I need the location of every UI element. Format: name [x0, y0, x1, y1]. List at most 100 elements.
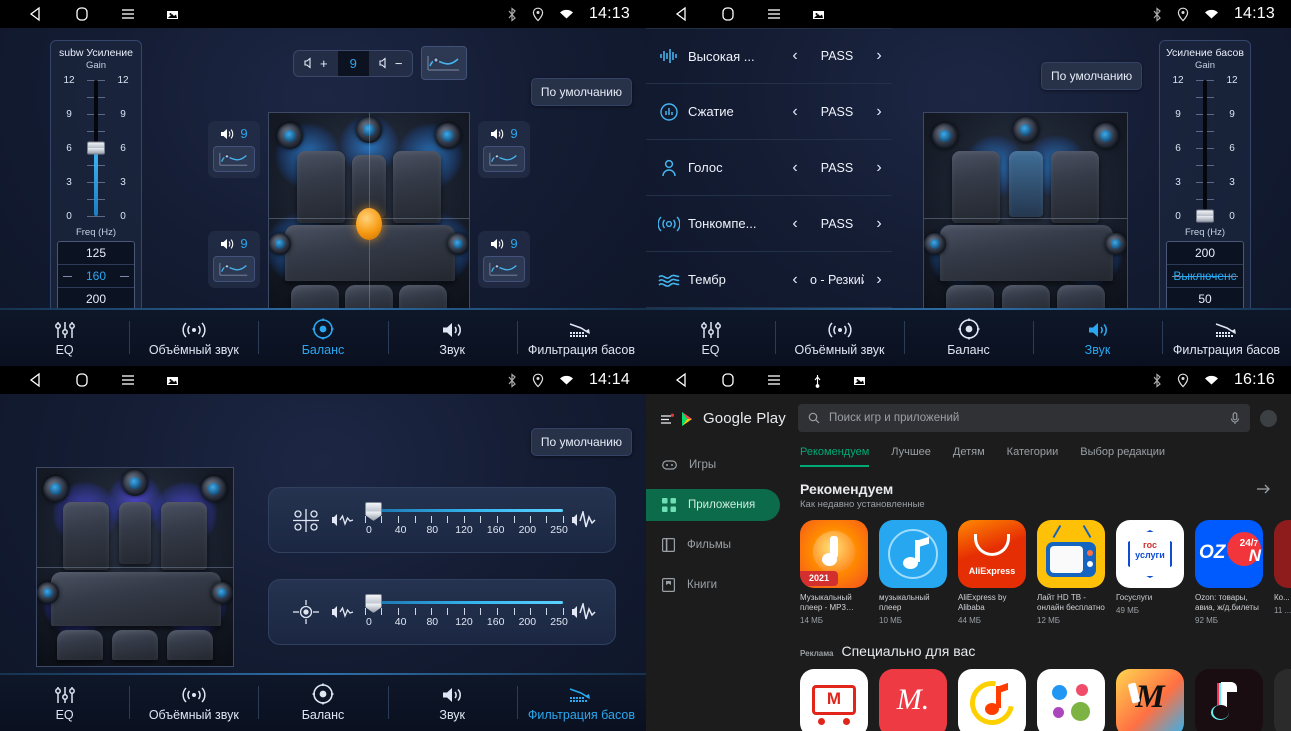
list-item[interactable]: Тонкомпе... ‹ PASS › [646, 196, 892, 252]
nav-tab-surround[interactable]: Объёмный звук [129, 309, 258, 366]
screenshot-icon[interactable] [853, 374, 866, 387]
list-item[interactable] [958, 669, 1026, 731]
sidebar-item-apps[interactable]: Приложения [646, 489, 780, 521]
default-button-balance[interactable]: По умолчанию [530, 78, 632, 106]
list-item[interactable]: M [800, 669, 868, 731]
list-item[interactable]: музыкальный плеер 10 МБ [879, 520, 947, 625]
volume-up-button[interactable]: + [294, 51, 338, 76]
freq-option-below[interactable]: 200 [58, 288, 134, 310]
nav-tab-bassfilter[interactable]: Фильтрация басов [516, 309, 646, 366]
list-item[interactable]: гос услуги Госуслуги 49 МБ [1116, 520, 1184, 625]
nav-tab-sound[interactable]: Звук [387, 674, 517, 731]
speaker-curve-rear-right[interactable] [483, 256, 525, 282]
section-more-arrow-icon[interactable] [1257, 483, 1271, 495]
car-cabin-diagram-balance[interactable] [268, 112, 470, 324]
chevron-right-icon[interactable]: › [872, 215, 886, 233]
menu-icon[interactable] [766, 372, 782, 388]
screenshot-icon[interactable] [812, 8, 825, 21]
hamburger-icon[interactable] [660, 413, 674, 425]
speaker-curve-front-right[interactable] [483, 146, 525, 172]
list-item[interactable]: Ко... 11 ... [1274, 520, 1291, 625]
back-icon[interactable] [28, 372, 44, 388]
chevron-left-icon[interactable]: ‹ [788, 215, 802, 233]
nav-tab-sound[interactable]: Звук [387, 309, 517, 366]
speaker-curve-front-left[interactable] [213, 146, 255, 172]
volume-down-button[interactable]: − [369, 51, 413, 76]
nav-tab-eq[interactable]: EQ [646, 309, 775, 366]
search-input[interactable]: Поиск игр и приложений [798, 404, 1250, 432]
tab-editors-choice[interactable]: Выбор редакции [1080, 446, 1165, 467]
list-item[interactable]: AliExpress AliExpress by Alibaba 44 МБ [958, 520, 1026, 625]
freq-option-selected[interactable]: 160 [58, 264, 134, 288]
speaker-curve-rear-left[interactable] [213, 256, 255, 282]
list-item[interactable] [1195, 669, 1263, 731]
subwoofer-freq-selector[interactable]: 125 160 200 [57, 241, 135, 311]
sidebar-item-movies[interactable]: Фильмы [646, 529, 780, 561]
bass-boost-freq-selector[interactable]: 200 Выключенс 50 [1166, 241, 1244, 311]
menu-icon[interactable] [120, 372, 136, 388]
default-button-bassfilter[interactable]: По умолчанию [530, 428, 632, 456]
menu-icon[interactable] [766, 6, 782, 22]
nav-tab-eq[interactable]: EQ [0, 309, 129, 366]
screenshot-icon[interactable] [166, 8, 179, 21]
freq-option-above[interactable]: 200 [1167, 242, 1243, 264]
nav-tab-balance[interactable]: Баланс [904, 309, 1033, 366]
nav-tab-sound[interactable]: Звук [1033, 309, 1162, 366]
list-item[interactable]: OZ 24/7 N Ozon: товары, авиа, ж/д.билеты… [1195, 520, 1263, 625]
freq-option-above[interactable]: 125 [58, 242, 134, 264]
back-icon[interactable] [674, 6, 690, 22]
subwoofer-slider[interactable]: 12 12 9 9 6 6 3 3 0 0 [55, 74, 137, 222]
list-item[interactable]: Тембр ‹ о - Резкий спа › [646, 252, 892, 308]
list-item[interactable]: Сжатие ‹ PASS › [646, 84, 892, 140]
chevron-right-icon[interactable]: › [872, 159, 886, 177]
balance-position-marker[interactable] [356, 207, 382, 240]
home-icon[interactable] [720, 372, 736, 388]
nav-tab-surround[interactable]: Объёмный звук [129, 674, 258, 731]
menu-icon[interactable] [120, 6, 136, 22]
back-icon[interactable] [674, 372, 690, 388]
default-button-sound[interactable]: По умолчанию [1041, 62, 1143, 90]
home-icon[interactable] [74, 6, 90, 22]
microphone-icon[interactable] [1230, 411, 1240, 425]
list-item[interactable]: 2021 Музыкальный плеер - MP3 плеер , Пле… [800, 520, 868, 625]
speaker-level-front-left[interactable]: 9 [212, 126, 256, 141]
chevron-right-icon[interactable]: › [872, 103, 886, 121]
list-item[interactable]: Голос ‹ PASS › [646, 140, 892, 196]
tab-top[interactable]: Лучшее [891, 446, 931, 467]
nav-tab-eq[interactable]: EQ [0, 674, 129, 731]
bass-boost-slider[interactable]: 12 12 9 9 6 6 3 3 0 0 [1164, 74, 1246, 223]
list-item[interactable]: Высокая ... ‹ PASS › [646, 28, 892, 84]
speaker-level-rear-right[interactable]: 9 [482, 236, 526, 251]
chevron-left-icon[interactable]: ‹ [788, 271, 802, 289]
home-icon[interactable] [74, 372, 90, 388]
sidebar-item-books[interactable]: Книги [646, 569, 780, 601]
tab-kids[interactable]: Детям [953, 446, 985, 467]
nav-tab-surround[interactable]: Объёмный звук [775, 309, 904, 366]
tab-categories[interactable]: Категории [1007, 446, 1059, 467]
nav-tab-balance[interactable]: Баланс [258, 674, 387, 731]
chevron-right-icon[interactable]: › [872, 271, 886, 289]
chevron-left-icon[interactable]: ‹ [788, 103, 802, 121]
list-item[interactable]: M. [879, 669, 947, 731]
nav-tab-bassfilter[interactable]: Фильтрация басов [516, 674, 646, 731]
chevron-right-icon[interactable]: › [872, 47, 886, 65]
bassfilter-slider-subwoofer[interactable]: 0 40 80 120 160 200 250 [365, 584, 568, 640]
screenshot-icon[interactable] [166, 374, 179, 387]
chevron-left-icon[interactable]: ‹ [788, 47, 802, 65]
freq-option-selected[interactable]: Выключенс [1167, 264, 1243, 288]
avatar[interactable] [1260, 409, 1277, 427]
freq-option-below[interactable]: 50 [1167, 288, 1243, 310]
home-icon[interactable] [720, 6, 736, 22]
master-curve-button[interactable] [421, 46, 468, 80]
list-item[interactable] [1274, 669, 1291, 731]
back-icon[interactable] [28, 6, 44, 22]
list-item[interactable] [1037, 669, 1105, 731]
list-item[interactable]: Лайт HD ТВ - онлайн бесплатно 12 МБ [1037, 520, 1105, 625]
chevron-left-icon[interactable]: ‹ [788, 159, 802, 177]
sidebar-item-games[interactable]: Игры [646, 449, 780, 481]
speaker-level-rear-left[interactable]: 9 [212, 236, 256, 251]
bassfilter-slider-speakers[interactable]: 0 40 80 120 160 200 250 [365, 492, 568, 548]
tab-recommended[interactable]: Рекомендуем [800, 446, 870, 467]
list-item[interactable]: M [1116, 669, 1184, 731]
speaker-level-front-right[interactable]: 9 [482, 126, 526, 141]
